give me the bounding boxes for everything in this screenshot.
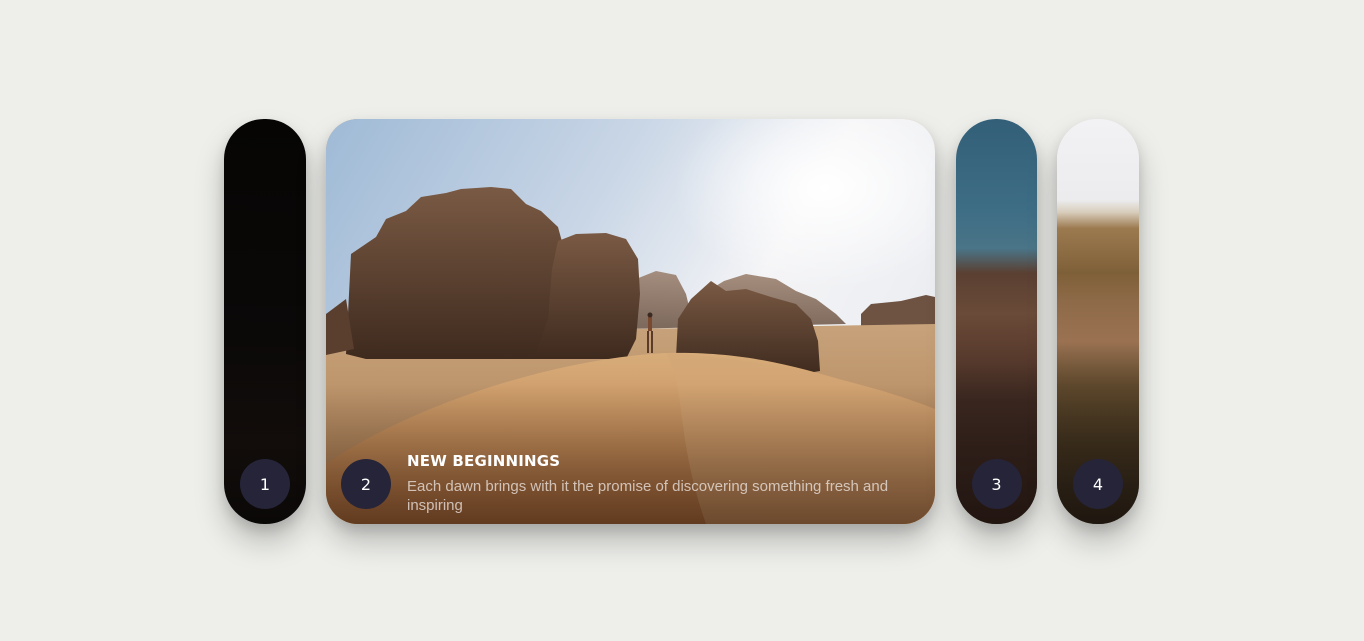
card-4-number-badge: 4 xyxy=(1073,459,1123,509)
card-2-number-badge: 2 xyxy=(341,459,391,509)
card-title: NEW BEGINNINGS xyxy=(407,452,561,470)
card-3-number-badge: 3 xyxy=(971,459,1022,509)
card-1[interactable]: 1 xyxy=(224,119,306,524)
card-description: Each dawn brings with it the promise of … xyxy=(407,478,889,514)
card-2-active[interactable]: 2 NEW BEGINNINGS Each dawn brings with i… xyxy=(326,119,935,524)
carousel: 1 2 NEW BEGINNINGS Each dawn brings with… xyxy=(0,0,1364,641)
card-4[interactable]: 4 xyxy=(1057,119,1139,524)
card-3[interactable]: 3 xyxy=(956,119,1037,524)
card-2-caption: NEW BEGINNINGS Each dawn brings with it … xyxy=(407,452,931,515)
card-1-number-badge: 1 xyxy=(240,459,290,509)
